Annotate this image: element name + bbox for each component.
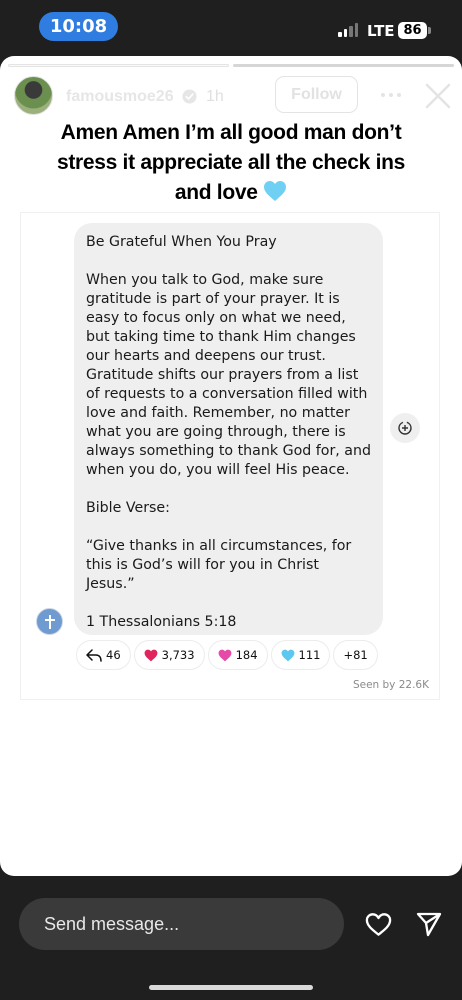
seen-by-label: Seen by 22.6K: [352, 679, 429, 691]
send-message-input[interactable]: [19, 898, 344, 950]
reaction-more: +81: [334, 641, 377, 669]
close-icon[interactable]: [424, 82, 452, 110]
avatar[interactable]: [14, 76, 53, 115]
blue-heart-icon: [281, 649, 294, 661]
caption-text: Amen Amen I’m all good man don’t stress …: [56, 121, 406, 204]
light-blue-heart-icon: [264, 181, 287, 201]
verse-reference: 1 Thessalonians 5:18: [86, 614, 237, 630]
message-body: When you talk to God, make sure gratitud…: [86, 272, 371, 478]
pink-heart-icon: [218, 649, 231, 661]
story-card[interactable]: famousmoe26 1h Follow Amen Amen I’m all …: [0, 56, 462, 876]
progress-segment: [233, 64, 454, 67]
reaction-red-heart: 3,733: [134, 641, 204, 669]
battery-tip: [428, 27, 431, 34]
progress-segment: [8, 64, 229, 67]
message-title: Be Grateful When You Pray: [86, 234, 277, 250]
more-options-icon[interactable]: [380, 88, 402, 102]
red-heart-icon: [144, 649, 158, 661]
reply-icon: [86, 648, 102, 662]
battery-icon: 86: [398, 22, 427, 39]
sender-avatar: [36, 608, 63, 635]
reaction-count: 46: [106, 648, 121, 662]
reaction-count: 184: [235, 648, 258, 662]
message-screenshot: Be Grateful When You Pray When you talk …: [21, 213, 439, 699]
reaction-count: +81: [343, 648, 368, 662]
cross-icon: [44, 614, 55, 629]
reaction-replies: 46: [77, 641, 130, 669]
message-bubble: Be Grateful When You Pray When you talk …: [74, 223, 383, 635]
story-caption: Amen Amen I’m all good man don’t stress …: [50, 118, 412, 208]
send-icon[interactable]: [415, 910, 443, 938]
reactions-row: 46 3,733 184 111 +81: [77, 641, 377, 669]
share-icon: [390, 413, 420, 443]
verified-icon: [182, 89, 197, 104]
message-composer[interactable]: [19, 898, 344, 950]
signal-icon: [338, 23, 358, 37]
network-label: LTE: [367, 22, 395, 40]
verse-label: Bible Verse:: [86, 500, 170, 516]
reaction-blue-heart: 111: [271, 641, 330, 669]
username[interactable]: famousmoe26: [66, 88, 174, 106]
reaction-count: 3,733: [161, 648, 195, 662]
story-progress: [8, 64, 454, 67]
home-indicator[interactable]: [149, 985, 313, 990]
reaction-count: 111: [298, 648, 321, 662]
status-time: 10:08: [39, 12, 118, 41]
reaction-pink-heart: 184: [208, 641, 267, 669]
status-bar: 10:08 LTE 86: [0, 0, 462, 52]
post-age: 1h: [206, 88, 224, 105]
story-header: famousmoe26 1h Follow: [0, 74, 462, 118]
verse-text: “Give thanks in all circumstances, for t…: [86, 538, 352, 592]
follow-button[interactable]: Follow: [275, 76, 358, 113]
like-heart-icon[interactable]: [364, 910, 393, 938]
